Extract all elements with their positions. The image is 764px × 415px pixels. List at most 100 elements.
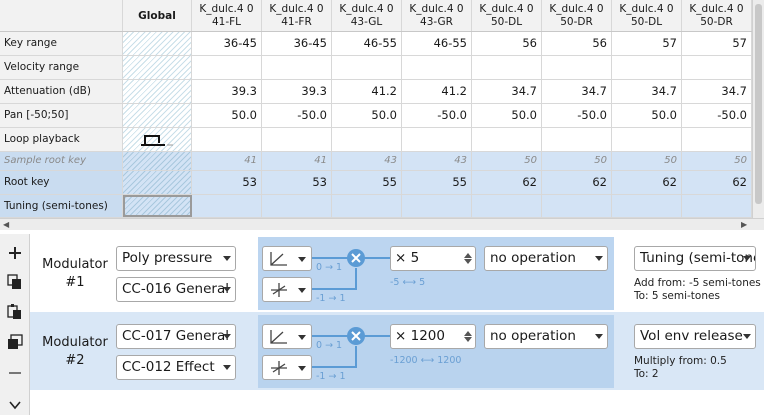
source-2-curve-select[interactable] xyxy=(262,355,312,380)
table-cell[interactable] xyxy=(542,128,612,151)
table-cell[interactable] xyxy=(472,128,542,151)
table-cell[interactable] xyxy=(262,56,332,79)
table-cell[interactable] xyxy=(472,195,542,217)
column-header[interactable]: K_dulc.4 0 50-DL xyxy=(612,0,682,31)
global-column-header[interactable]: Global xyxy=(123,0,192,31)
scroll-left-icon[interactable]: ◀ xyxy=(3,219,9,231)
column-header[interactable]: K_dulc.4 0 43-GR xyxy=(402,0,472,31)
column-header[interactable]: K_dulc.4 0 50-DR xyxy=(682,0,752,31)
table-cell[interactable] xyxy=(402,56,472,79)
table-cell[interactable]: 36-45 xyxy=(262,32,332,55)
table-cell[interactable] xyxy=(612,56,682,79)
table-cell[interactable]: 34.7 xyxy=(682,80,752,103)
table-cell[interactable]: 34.7 xyxy=(612,80,682,103)
table-cell[interactable]: 57 xyxy=(682,32,752,55)
table-cell[interactable] xyxy=(332,128,402,151)
copy-icon[interactable] xyxy=(5,271,25,293)
table-cell[interactable]: -50.0 xyxy=(402,104,472,127)
table-cell[interactable]: 55 xyxy=(402,171,472,194)
column-header[interactable]: K_dulc.4 0 43-GL xyxy=(332,0,402,31)
table-cell[interactable]: 39.3 xyxy=(262,80,332,103)
global-cell[interactable] xyxy=(123,80,192,103)
modulator-1-source-1-select[interactable]: Poly pressure xyxy=(116,246,236,271)
table-cell[interactable]: 50.0 xyxy=(332,104,402,127)
more-icon[interactable] xyxy=(5,394,25,415)
modulator-1-source-2-select[interactable]: CC-016 General xyxy=(116,277,236,302)
table-cell[interactable]: 34.7 xyxy=(542,80,612,103)
destination-select[interactable]: Tuning (semi-tones) xyxy=(634,246,756,271)
table-cell[interactable]: 39.3 xyxy=(192,80,262,103)
spin-down-icon[interactable] xyxy=(464,337,472,342)
column-header[interactable]: K_dulc.4 0 41-FL xyxy=(192,0,262,31)
spin-up-icon[interactable] xyxy=(464,253,472,258)
global-cell[interactable] xyxy=(123,32,192,55)
modulator-2-source-1-select[interactable]: CC-017 General xyxy=(116,324,236,349)
table-cell[interactable] xyxy=(472,56,542,79)
table-cell[interactable]: 56 xyxy=(542,32,612,55)
table-cell[interactable] xyxy=(262,195,332,217)
table-cell[interactable]: 50.0 xyxy=(612,104,682,127)
table-cell[interactable]: 50 xyxy=(612,152,682,170)
table-cell[interactable] xyxy=(402,128,472,151)
multiplier-spinbox[interactable]: × 1200 xyxy=(390,324,476,349)
table-cell[interactable]: -50.0 xyxy=(262,104,332,127)
table-cell[interactable] xyxy=(332,56,402,79)
vertical-scrollbar[interactable] xyxy=(752,0,764,218)
table-cell[interactable]: -50.0 xyxy=(682,104,752,127)
operation-select[interactable]: no operation xyxy=(484,324,608,349)
table-cell[interactable]: 62 xyxy=(542,171,612,194)
table-cell[interactable] xyxy=(402,195,472,217)
vertical-scroll-thumb[interactable] xyxy=(755,4,762,204)
table-cell[interactable]: 62 xyxy=(472,171,542,194)
table-cell[interactable]: 43 xyxy=(332,152,402,170)
table-cell[interactable] xyxy=(542,195,612,217)
table-cell[interactable]: 46-55 xyxy=(402,32,472,55)
table-cell[interactable]: 53 xyxy=(262,171,332,194)
table-cell[interactable]: 62 xyxy=(682,171,752,194)
table-cell[interactable]: 41 xyxy=(262,152,332,170)
table-cell[interactable] xyxy=(682,56,752,79)
destination-select[interactable]: Vol env release xyxy=(634,324,756,349)
column-header[interactable]: K_dulc.4 0 50-DR xyxy=(542,0,612,31)
column-header[interactable]: K_dulc.4 0 41-FR xyxy=(262,0,332,31)
table-cell[interactable]: 57 xyxy=(612,32,682,55)
multiplier-spinbox[interactable]: × 5 xyxy=(390,246,476,271)
add-icon[interactable] xyxy=(5,242,25,264)
table-cell[interactable]: 53 xyxy=(192,171,262,194)
table-cell[interactable]: 43 xyxy=(402,152,472,170)
duplicate-icon[interactable] xyxy=(5,331,25,353)
table-cell[interactable] xyxy=(682,195,752,217)
table-cell[interactable] xyxy=(542,56,612,79)
horizontal-scrollbar[interactable]: ◀ ▶ xyxy=(0,218,764,230)
global-cell[interactable] xyxy=(123,152,192,170)
table-cell[interactable]: 50.0 xyxy=(472,104,542,127)
spin-down-icon[interactable] xyxy=(464,259,472,264)
table-cell[interactable]: 34.7 xyxy=(472,80,542,103)
source-2-curve-select[interactable] xyxy=(262,277,312,302)
remove-icon[interactable] xyxy=(5,362,25,384)
operation-select[interactable]: no operation xyxy=(484,246,608,271)
table-cell[interactable]: 50.0 xyxy=(192,104,262,127)
table-cell[interactable]: 41.2 xyxy=(402,80,472,103)
table-cell[interactable]: 50 xyxy=(682,152,752,170)
spin-up-icon[interactable] xyxy=(464,331,472,336)
global-cell[interactable] xyxy=(123,195,192,217)
global-cell[interactable] xyxy=(123,56,192,79)
table-cell[interactable] xyxy=(612,128,682,151)
modulator-2-source-2-select[interactable]: CC-012 Effect xyxy=(116,355,236,380)
column-header[interactable]: K_dulc.4 0 50-DL xyxy=(472,0,542,31)
table-cell[interactable]: -50.0 xyxy=(542,104,612,127)
table-cell[interactable] xyxy=(682,128,752,151)
table-cell[interactable]: 50 xyxy=(542,152,612,170)
table-cell[interactable] xyxy=(192,128,262,151)
table-cell[interactable]: 41 xyxy=(192,152,262,170)
table-cell[interactable] xyxy=(192,195,262,217)
table-cell[interactable]: 41.2 xyxy=(332,80,402,103)
table-cell[interactable]: 55 xyxy=(332,171,402,194)
table-cell[interactable] xyxy=(262,128,332,151)
table-cell[interactable] xyxy=(192,56,262,79)
table-cell[interactable] xyxy=(612,195,682,217)
source-1-curve-select[interactable] xyxy=(262,246,312,271)
paste-icon[interactable] xyxy=(5,301,25,323)
global-cell[interactable] xyxy=(123,104,192,127)
